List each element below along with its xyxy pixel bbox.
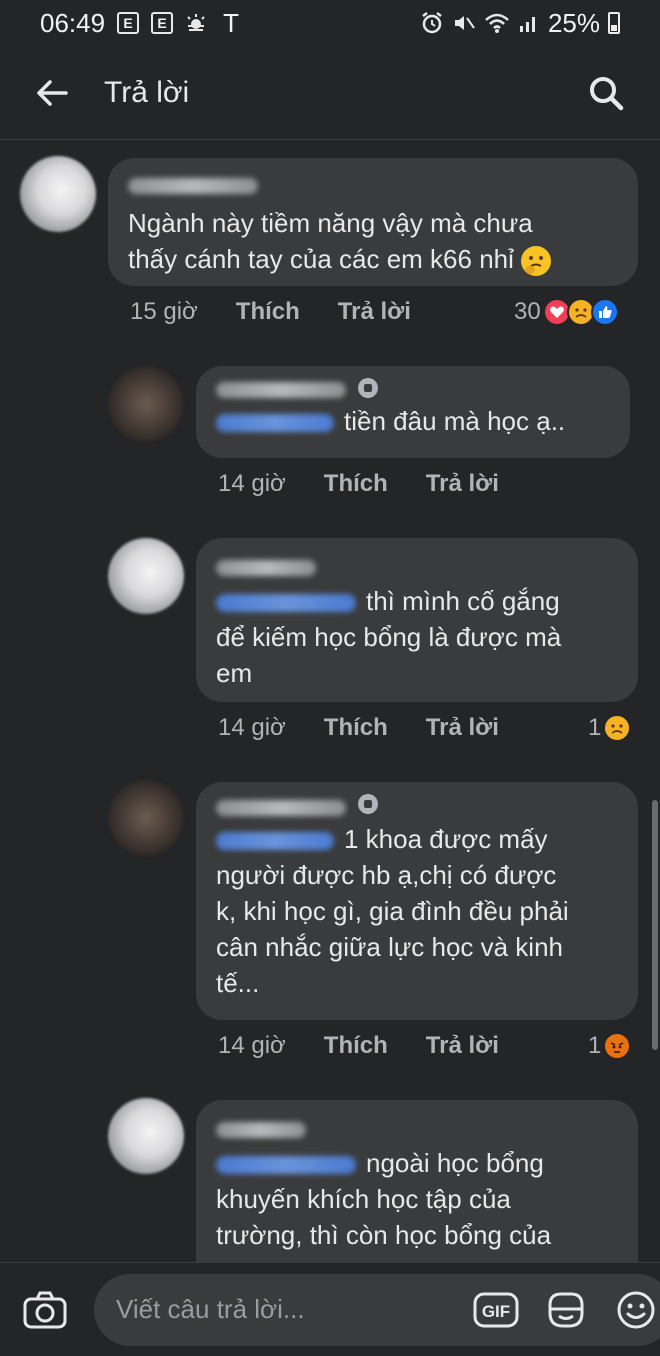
app-header: Trả lời <box>0 46 660 140</box>
reaction-count: 1 <box>588 714 602 741</box>
camera-icon <box>23 1291 67 1328</box>
avatar[interactable] <box>108 780 184 856</box>
mute-icon <box>452 11 476 35</box>
like-button[interactable]: Thích <box>324 470 388 498</box>
author-row <box>216 378 610 403</box>
gif-icon: GIF <box>473 1292 519 1327</box>
comment-meta: 14 giờ Thích Trả lời <box>218 470 537 498</box>
weather-icon <box>185 12 211 34</box>
comment-text: tiền đâu mà học ạ.. <box>216 403 610 439</box>
angry-reaction-icon <box>603 1032 632 1060</box>
page-title: Trả lời <box>104 75 190 109</box>
status-bar: 06:49 E E T 25% <box>0 0 660 46</box>
reaction-count: 1 <box>588 1032 602 1059</box>
moderator-badge-icon <box>358 378 379 398</box>
email-app-icon-2: E <box>151 12 174 34</box>
search-button[interactable] <box>584 71 628 115</box>
reply-button[interactable]: Trả lời <box>426 714 499 742</box>
like-reaction-icon <box>590 298 619 326</box>
back-button[interactable] <box>32 73 72 113</box>
avatar[interactable] <box>108 1098 184 1174</box>
thinking-emoji-icon <box>521 246 552 277</box>
reaction-count: 30 <box>514 298 541 325</box>
sticker-button[interactable] <box>541 1285 591 1335</box>
camera-button[interactable] <box>22 1284 68 1336</box>
t-app-icon: T <box>223 7 239 38</box>
signal-icon <box>518 12 540 34</box>
mention-blurred[interactable] <box>216 594 356 613</box>
reply-input[interactable] <box>116 1294 451 1325</box>
email-app-icon: E <box>117 12 140 34</box>
mention-blurred[interactable] <box>216 1156 356 1175</box>
search-icon <box>590 76 624 110</box>
comment-text: ngoài học bổng khuyến khích học tập của … <box>216 1148 552 1250</box>
comment-time: 15 giờ <box>130 298 198 325</box>
sticker-icon <box>548 1292 584 1327</box>
comment-time: 14 giờ <box>218 470 286 497</box>
arrow-left-icon <box>37 79 68 106</box>
moderator-badge-icon <box>358 794 379 814</box>
gif-button[interactable]: GIF <box>471 1285 521 1335</box>
sad-reaction-icon <box>603 714 632 742</box>
comment-bubble: Ngành này tiềm năng vậy mà chưa thấy cán… <box>108 158 638 286</box>
comment-meta: 15 giờ Thích Trả lời <box>130 298 449 326</box>
like-button[interactable]: Thích <box>236 298 300 326</box>
battery-icon <box>608 12 620 34</box>
avatar[interactable] <box>108 538 184 614</box>
scrollbar[interactable] <box>652 800 658 1050</box>
mention-blurred[interactable] <box>216 414 334 433</box>
mention-blurred[interactable] <box>216 832 334 851</box>
avatar[interactable] <box>20 156 96 232</box>
comment-meta: 14 giờ Thích Trả lời <box>218 1032 537 1060</box>
reaction-summary[interactable]: 1 <box>588 714 632 742</box>
reaction-summary[interactable]: 30 <box>514 298 619 326</box>
reply-input-wrapper: GIF <box>94 1273 660 1346</box>
comment-time: 14 giờ <box>218 714 286 741</box>
comment-meta: 14 giờ Thích Trả lời <box>218 714 537 742</box>
comment-bubble: 1 khoa được mấy người được hb ạ,chị có đ… <box>196 782 638 1020</box>
like-button[interactable]: Thích <box>324 714 388 742</box>
avatar[interactable] <box>108 366 184 442</box>
reply-composer: GIF <box>0 1262 660 1356</box>
status-time: 06:49 <box>40 7 106 38</box>
reply-button[interactable]: Trả lời <box>426 1032 499 1060</box>
comment-text: 1 khoa được mấy người được hb ạ,chị có đ… <box>216 824 569 998</box>
author-name-blurred[interactable] <box>216 560 316 576</box>
battery-percent: 25% <box>547 7 600 38</box>
gif-label: GIF <box>482 1302 510 1321</box>
author-row <box>216 794 618 821</box>
like-button[interactable]: Thích <box>324 1032 388 1060</box>
reaction-summary[interactable]: 1 <box>588 1032 632 1060</box>
emoji-icon <box>617 1291 655 1328</box>
comment-text: thì mình cố gắng để kiếm học bổng là đượ… <box>216 586 562 688</box>
reply-button[interactable]: Trả lời <box>338 298 411 326</box>
emoji-button[interactable] <box>611 1285 660 1335</box>
wifi-icon <box>484 12 510 34</box>
author-name-blurred[interactable] <box>128 178 258 194</box>
comment-bubble: tiền đâu mà học ạ.. <box>196 366 630 458</box>
alarm-icon <box>420 11 444 35</box>
comment-time: 14 giờ <box>218 1032 286 1059</box>
author-name-blurred[interactable] <box>216 382 346 398</box>
reply-button[interactable]: Trả lời <box>426 470 499 498</box>
comment-text: Ngành này tiềm năng vậy mà chưa thấy cán… <box>128 205 618 277</box>
author-name-blurred[interactable] <box>216 800 346 816</box>
author-name-blurred[interactable] <box>216 1122 306 1138</box>
comment-bubble: thì mình cố gắng để kiếm học bổng là đượ… <box>196 538 638 702</box>
